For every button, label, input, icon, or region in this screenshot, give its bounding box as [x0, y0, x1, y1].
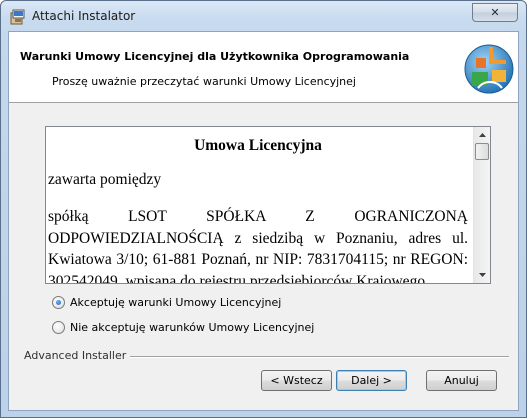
- branding-label: Advanced Installer: [24, 349, 131, 362]
- scroll-down-button[interactable]: [474, 267, 490, 283]
- title-bar[interactable]: Attachi Instalator ✕: [1, 1, 526, 31]
- license-scrollbar[interactable]: [473, 127, 490, 283]
- accept-label: Akceptuję warunki Umowy Licencyjnej: [70, 296, 282, 309]
- scroll-up-arrow-icon: [478, 133, 486, 137]
- back-button[interactable]: < Wstecz: [261, 370, 332, 391]
- next-button[interactable]: Dalej >: [336, 370, 407, 391]
- decline-option[interactable]: Nie akceptuję warunków Umowy Licencyjnej: [52, 321, 314, 334]
- scroll-up-button[interactable]: [474, 127, 490, 143]
- page-title: Warunki Umowy Licencyjnej dla Użytkownik…: [20, 50, 410, 63]
- installer-app-icon: [10, 9, 25, 25]
- decline-label: Nie akceptuję warunków Umowy Licencyjnej: [70, 321, 315, 334]
- window-title: Attachi Instalator: [32, 9, 136, 23]
- license-heading: Umowa Licencyjna: [194, 137, 322, 154]
- license-paragraph-2: spółką LSOT SPÓŁKA Z OGRANICZONĄ ODPOWIE…: [48, 208, 468, 284]
- cancel-button[interactable]: Anuluj: [426, 370, 497, 391]
- footer-divider: [89, 356, 509, 358]
- installer-logo-icon: [464, 44, 514, 94]
- installer-window: Attachi Instalator ✕ Warunki Umowy Licen…: [0, 0, 527, 418]
- license-text-box[interactable]: Umowa Licencyjna zawarta pomiędzy spółką…: [45, 126, 491, 284]
- accept-radio[interactable]: [52, 296, 65, 309]
- accept-option[interactable]: Akceptuję warunki Umowy Licencyjnej: [52, 296, 281, 309]
- license-content: Umowa Licencyjna zawarta pomiędzy spółką…: [48, 131, 468, 284]
- page-subtitle: Proszę uważnie przeczytać warunki Umowy …: [52, 75, 356, 88]
- license-paragraph-1: zawarta pomiędzy: [48, 170, 162, 188]
- header-band: Warunki Umowy Licencyjnej dla Użytkownik…: [9, 32, 518, 103]
- scroll-thumb[interactable]: [475, 143, 489, 160]
- close-button[interactable]: ✕: [472, 3, 518, 22]
- close-icon: ✕: [490, 6, 500, 19]
- decline-radio[interactable]: [52, 321, 65, 334]
- dialog-client-area: Warunki Umowy Licencyjnej dla Użytkownik…: [8, 31, 519, 411]
- scroll-down-arrow-icon: [478, 273, 486, 277]
